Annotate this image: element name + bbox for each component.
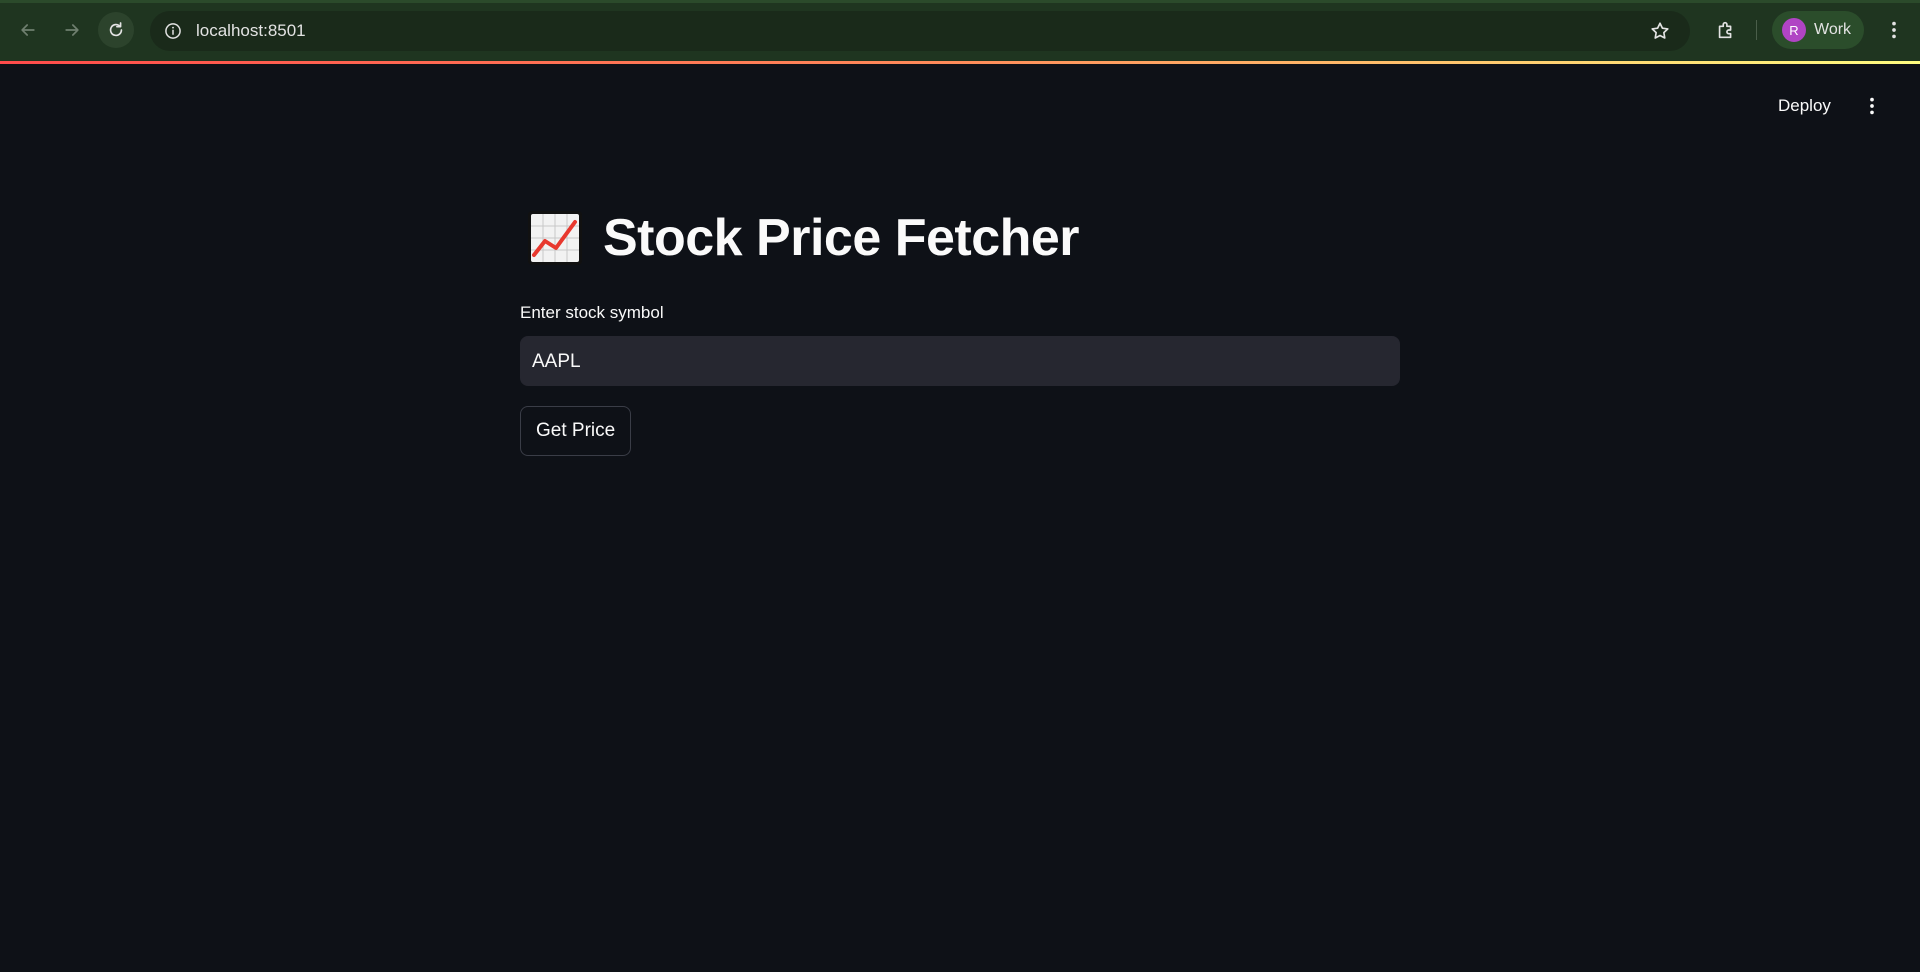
back-icon [21,24,35,36]
app-menu-icon[interactable] [1858,92,1886,120]
url-text[interactable]: localhost:8501 [196,21,306,41]
stock-symbol-label: Enter stock symbol [520,303,664,322]
profile-button[interactable]: R Work [1772,11,1864,49]
browser-toolbar: localhost:8501 R Work [0,0,1920,61]
chart-increasing-icon [528,211,582,265]
get-price-button[interactable]: Get Price [520,406,632,456]
back-button[interactable] [10,12,46,48]
deploy-button[interactable]: Deploy [1770,92,1839,120]
bookmark-star-icon[interactable] [1648,19,1672,43]
forward-button[interactable] [54,12,90,48]
chrome-menu-icon[interactable] [1878,14,1910,46]
page-title: Stock Price Fetcher [603,209,1080,267]
tab-strip-edge [0,0,1920,3]
address-bar[interactable]: localhost:8501 [150,11,1690,51]
reload-icon [109,22,123,37]
app-decoration-bar [0,61,1920,64]
avatar: R [1782,18,1806,42]
toolbar-divider [1756,20,1757,40]
title-row: Stock Price Fetcher [520,205,1400,271]
reload-button[interactable] [98,12,134,48]
main-content: Stock Price Fetcher Enter stock symbol A… [520,205,1400,456]
profile-label: Work [1814,21,1852,38]
forward-icon [65,24,79,36]
stock-symbol-input[interactable]: AAPL [520,336,1400,386]
site-info-icon[interactable] [160,18,186,44]
extensions-icon[interactable] [1710,14,1742,46]
